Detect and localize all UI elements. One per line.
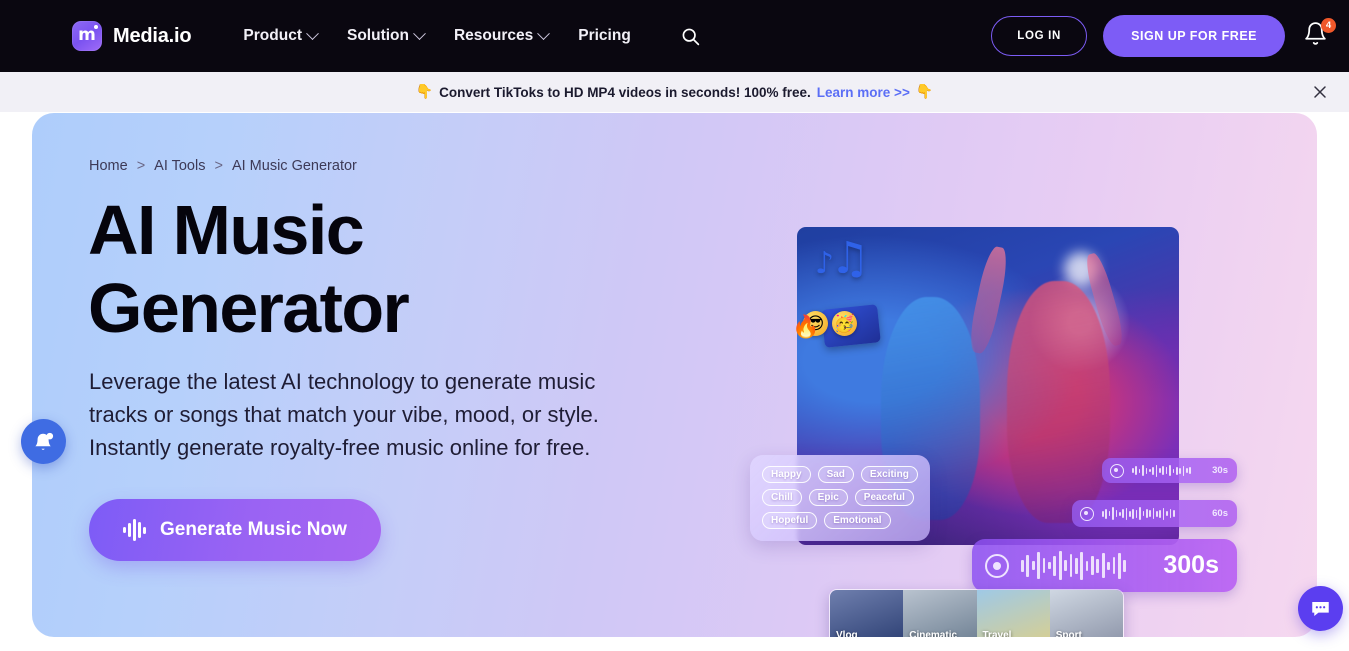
breadcrumb-item-home[interactable]: Home (89, 158, 128, 174)
waveform-icon (1132, 464, 1204, 478)
nav-item-solution[interactable]: Solution (347, 27, 424, 45)
breadcrumb: Home > AI Tools > AI Music Generator (89, 158, 357, 174)
chat-widget-button[interactable] (1298, 586, 1343, 631)
style-thumbnail-sport[interactable]: Sport (1050, 590, 1123, 637)
mood-tags-panel: Happy Sad Exciting Chill Epic Peaceful H… (750, 455, 930, 541)
chat-bubble-icon (1309, 597, 1332, 620)
waveform-icon (1102, 507, 1204, 521)
brand-name: Media.io (113, 25, 191, 48)
bell-notification-icon (33, 431, 55, 453)
duration-chip-60s[interactable]: 60s (1072, 500, 1237, 527)
breadcrumb-separator: > (214, 158, 222, 174)
search-icon[interactable] (677, 22, 705, 50)
waveform-icon (123, 519, 146, 541)
chevron-down-icon (537, 27, 550, 40)
person-figure (1007, 281, 1110, 523)
nav-item-pricing[interactable]: Pricing (578, 27, 631, 45)
brand-logo[interactable]: m Media.io (72, 21, 191, 51)
mood-tag-hopeful[interactable]: Hopeful (762, 512, 817, 529)
login-button[interactable]: LOG IN (991, 16, 1087, 56)
pointing-hand-icon: 👇 (916, 84, 933, 100)
close-icon[interactable] (1311, 83, 1329, 101)
style-label: Cinematic (903, 630, 957, 637)
duration-chip-300s[interactable]: 300s (972, 539, 1237, 592)
duration-label: 30s (1212, 465, 1228, 476)
page-title: AI Music Generator (88, 191, 408, 347)
nav-label: Solution (347, 27, 409, 45)
mood-tag-epic[interactable]: Epic (809, 489, 848, 506)
header-actions: LOG IN SIGN UP FOR FREE 4 (991, 15, 1331, 57)
page-description: Leverage the latest AI technology to gen… (89, 365, 634, 464)
nav-label: Product (243, 27, 302, 45)
fire-emoji-icon: 🔥 (792, 315, 819, 340)
logo-letter: m (78, 27, 96, 44)
waveform-icon (1021, 551, 1151, 581)
duration-chip-30s[interactable]: 30s (1102, 458, 1237, 483)
mood-tag-peaceful[interactable]: Peaceful (855, 489, 914, 506)
mood-tag-chill[interactable]: Chill (762, 489, 802, 506)
nav-label: Resources (454, 27, 533, 45)
duration-label: 300s (1163, 551, 1219, 580)
notification-badge: 4 (1321, 18, 1336, 33)
chevron-down-icon (306, 27, 319, 40)
style-label: Vlog (830, 630, 858, 637)
nav-item-resources[interactable]: Resources (454, 27, 548, 45)
music-disc-icon (985, 554, 1009, 578)
main-menu: Product Solution Resources Pricing (243, 27, 630, 45)
style-thumbnail-cinematic[interactable]: Cinematic (903, 590, 976, 637)
music-note-icon: ♪♫ (815, 237, 870, 281)
style-label: Travel (977, 630, 1012, 637)
mood-tag-happy[interactable]: Happy (762, 466, 811, 483)
nav-item-product[interactable]: Product (243, 27, 317, 45)
style-thumbnail-vlog[interactable]: Vlog (830, 590, 903, 637)
logo-dot (94, 25, 98, 29)
breadcrumb-item-current: AI Music Generator (232, 158, 357, 174)
chevron-down-icon (413, 27, 426, 40)
media-io-logo-icon: m (72, 21, 102, 51)
raised-arm (966, 245, 1011, 356)
breadcrumb-item-ai-tools[interactable]: AI Tools (154, 158, 205, 174)
hero-artwork: ♪♫ 😎 🥳 🔥 Happy Sad Exciting Chill Epic P… (797, 227, 1179, 545)
page-title-line-1: AI Music (88, 191, 363, 269)
music-note-icon-large: ♫ (830, 233, 869, 284)
pointing-hand-icon: 👇 (416, 84, 433, 100)
music-disc-icon (1080, 507, 1094, 521)
party-face-emoji-icon: 🥳 (832, 311, 857, 336)
style-thumbnail-strip: Vlog Cinematic Travel Sport (829, 589, 1124, 637)
announcement-text: Convert TikToks to HD MP4 videos in seco… (439, 85, 811, 100)
hero-section-wrapper: Home > AI Tools > AI Music Generator AI … (0, 112, 1349, 651)
style-thumbnail-travel[interactable]: Travel (977, 590, 1050, 637)
style-label: Sport (1050, 630, 1082, 637)
nav-label: Pricing (578, 27, 631, 45)
generate-music-button-label: Generate Music Now (160, 519, 347, 541)
music-disc-icon (1110, 464, 1124, 478)
notification-widget-button[interactable] (21, 419, 66, 464)
duration-label: 60s (1212, 508, 1228, 519)
announcement-content: 👇 Convert TikToks to HD MP4 videos in se… (416, 84, 934, 100)
hero-card: Home > AI Tools > AI Music Generator AI … (32, 113, 1317, 637)
generate-music-button[interactable]: Generate Music Now (89, 499, 381, 561)
signup-button[interactable]: SIGN UP FOR FREE (1103, 15, 1285, 57)
mood-tag-exciting[interactable]: Exciting (861, 466, 918, 483)
page-title-line-2: Generator (88, 269, 408, 347)
mood-tag-emotional[interactable]: Emotional (824, 512, 890, 529)
notification-button[interactable]: 4 (1303, 21, 1331, 51)
top-navigation-bar: m Media.io Product Solution Resources Pr… (0, 0, 1349, 72)
mood-tag-sad[interactable]: Sad (818, 466, 854, 483)
breadcrumb-separator: > (137, 158, 145, 174)
announcement-bar: 👇 Convert TikToks to HD MP4 videos in se… (0, 72, 1349, 112)
learn-more-link[interactable]: Learn more >> (817, 85, 910, 100)
